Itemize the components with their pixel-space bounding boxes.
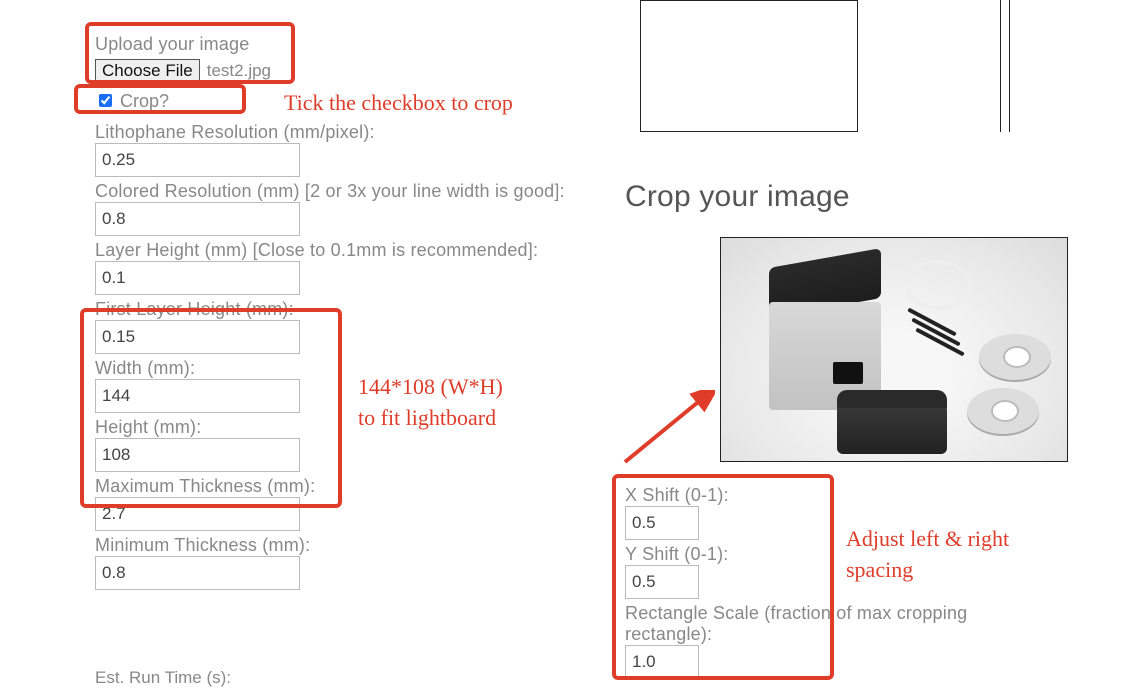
est-run-time-label: Est. Run Time (s):	[95, 668, 231, 688]
top-preview-box-2	[1000, 0, 1010, 132]
min-thickness-input[interactable]	[95, 556, 300, 590]
annotation-spacing-line1: Adjust left & right	[846, 526, 1009, 551]
yshift-input[interactable]	[625, 565, 699, 599]
first-layer-label: First Layer Height (mm):	[95, 299, 585, 320]
annotation-tick-checkbox: Tick the checkbox to crop	[284, 88, 513, 119]
upload-image-label: Upload your image	[95, 34, 585, 55]
layer-height-label: Layer Height (mm) [Close to 0.1mm is rec…	[95, 240, 585, 261]
first-layer-input[interactable]	[95, 320, 300, 354]
chosen-filename: test2.jpg	[207, 61, 271, 80]
width-input[interactable]	[95, 379, 300, 413]
xshift-label: X Shift (0-1):	[625, 485, 1055, 506]
max-thickness-input[interactable]	[95, 497, 300, 531]
litho-res-label: Lithophane Resolution (mm/pixel):	[95, 122, 585, 143]
xshift-input[interactable]	[625, 506, 699, 540]
colored-res-label: Colored Resolution (mm) [2 or 3x your li…	[95, 181, 585, 202]
top-preview-box-1	[640, 0, 858, 132]
rect-scale-input[interactable]	[625, 645, 699, 679]
annotation-arrow-icon	[615, 390, 715, 470]
crop-your-image-title: Crop your image	[625, 180, 850, 214]
crop-checkbox[interactable]	[99, 94, 112, 107]
choose-file-button[interactable]: Choose File	[95, 59, 200, 83]
height-label: Height (mm):	[95, 417, 585, 438]
layer-height-input[interactable]	[95, 261, 300, 295]
colored-res-input[interactable]	[95, 202, 300, 236]
annotation-dims-line1: 144*108 (W*H)	[358, 374, 503, 399]
annotation-dims-line2: to fit lightboard	[358, 405, 496, 430]
litho-res-input[interactable]	[95, 143, 300, 177]
width-label: Width (mm):	[95, 358, 585, 379]
crop-preview-image	[720, 237, 1068, 462]
min-thickness-label: Minimum Thickness (mm):	[95, 535, 585, 556]
height-input[interactable]	[95, 438, 300, 472]
max-thickness-label: Maximum Thickness (mm):	[95, 476, 585, 497]
crop-checkbox-label: Crop?	[120, 91, 169, 111]
rect-scale-label: Rectangle Scale (fraction of max croppin…	[625, 603, 1055, 645]
annotation-spacing-line2: spacing	[846, 557, 913, 582]
